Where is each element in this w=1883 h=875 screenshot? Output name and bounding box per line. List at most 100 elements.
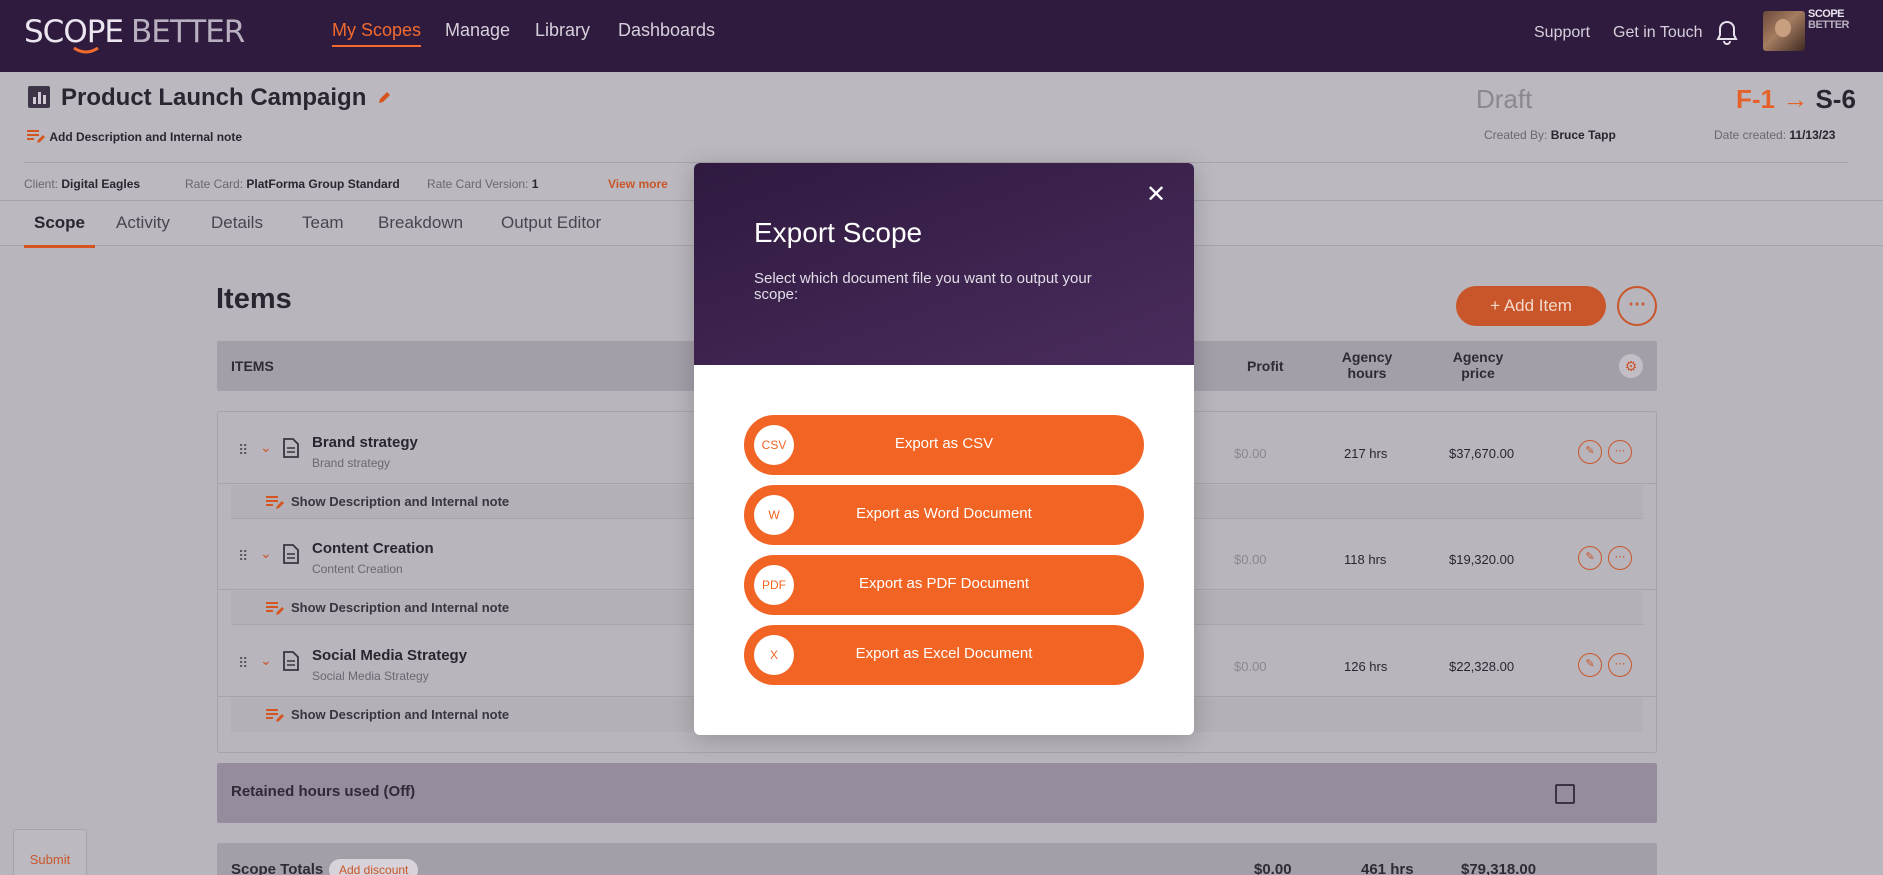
show-description-label: Show Description and Internal note	[291, 707, 510, 722]
export-word-button[interactable]: W Export as Word Document	[744, 485, 1144, 545]
drag-handle-icon[interactable]: ⠿	[238, 442, 248, 459]
document-icon	[282, 438, 300, 463]
page-title: Product Launch Campaign	[61, 84, 391, 112]
tab-breakdown[interactable]: Breakdown	[378, 213, 463, 233]
retained-hours-checkbox[interactable]	[1555, 784, 1575, 804]
notes-edit-icon	[27, 130, 45, 143]
top-navigation-bar: SCOPE BETTER My Scopes Manage Library Das…	[0, 0, 1883, 72]
show-description-link[interactable]: Show Description and Internal note	[266, 494, 509, 509]
user-avatar[interactable]	[1763, 11, 1805, 51]
show-description-link[interactable]: Show Description and Internal note	[266, 600, 510, 615]
scope-totals-bar: Scope Totals Add discount $0.00 461 hrs …	[217, 843, 1657, 875]
code-arrow: →	[1782, 84, 1809, 114]
add-discount-button[interactable]: Add discount	[329, 859, 419, 875]
edit-item-pencil-icon[interactable]: ✎	[1578, 440, 1602, 464]
nav-manage[interactable]: Manage	[445, 20, 510, 41]
column-agency-price-line1: Agency	[1452, 349, 1504, 365]
chart-bar-icon	[28, 86, 50, 108]
rate-card-version-value: 1	[531, 177, 539, 191]
total-profit: $0.00	[1254, 861, 1292, 875]
tab-output-editor[interactable]: Output Editor	[501, 213, 601, 233]
scopebetter-logo[interactable]: SCOPE BETTER	[24, 14, 245, 54]
column-agency-price-line2: price	[1461, 365, 1495, 381]
client-info: Client: Digital Eagles	[24, 177, 140, 191]
export-word-label: Export as Word Document	[856, 505, 1032, 522]
add-item-button[interactable]: + Add Item	[1456, 286, 1606, 326]
modal-description: Select which document file you want to o…	[754, 270, 1092, 303]
tab-scope[interactable]: Scope	[24, 213, 96, 248]
date-created: Date created: 11/13/23	[1714, 128, 1835, 142]
chevron-down-icon[interactable]: ⌄	[260, 439, 272, 456]
status-draft: Draft	[1476, 84, 1533, 114]
get-in-touch-link[interactable]: Get in Touch	[1613, 24, 1703, 42]
show-description-label: Show Description and Internal note	[291, 600, 510, 615]
submit-label: Submit	[29, 852, 71, 867]
notification-bell-icon[interactable]	[1716, 20, 1738, 51]
item-profit: $0.00	[1234, 446, 1267, 461]
support-link[interactable]: Support	[1534, 24, 1590, 42]
brand-mini-logo: SCOPE BETTER	[1808, 9, 1850, 31]
client-label: Client:	[24, 177, 59, 191]
created-by-label: Created By:	[1484, 128, 1548, 142]
item-price: $22,328.00	[1449, 659, 1515, 674]
edit-item-pencil-icon[interactable]: ✎	[1578, 546, 1602, 570]
tab-details[interactable]: Details	[211, 213, 263, 233]
edit-item-pencil-icon[interactable]: ✎	[1578, 653, 1602, 677]
date-created-label: Date created:	[1714, 128, 1787, 142]
notes-edit-icon	[266, 709, 284, 722]
chevron-down-icon[interactable]: ⌄	[260, 545, 272, 562]
scope-title: Product Launch Campaign	[61, 84, 367, 111]
more-options-button[interactable]: ⋯	[1617, 286, 1657, 326]
tab-team[interactable]: Team	[302, 213, 344, 233]
tab-activity[interactable]: Activity	[116, 213, 170, 233]
export-csv-label: Export as CSV	[894, 435, 994, 452]
item-hours: 126 hrs	[1344, 659, 1388, 674]
item-price: $19,320.00	[1449, 552, 1515, 567]
close-icon[interactable]: ✕	[1146, 183, 1166, 207]
table-settings-gear-icon[interactable]: ⚙	[1619, 354, 1643, 378]
add-description-link[interactable]: Add Description and Internal note	[26, 128, 242, 144]
column-agency-hours-line1: Agency	[1341, 349, 1393, 365]
logo-swoosh-icon	[73, 46, 99, 54]
export-csv-button[interactable]: CSV Export as CSV	[744, 415, 1144, 475]
export-excel-button[interactable]: X Export as Excel Document	[744, 625, 1144, 685]
modal-header: ✕ Export Scope Select which document fil…	[694, 163, 1194, 365]
chevron-down-icon[interactable]: ⌄	[260, 652, 272, 669]
drag-handle-icon[interactable]: ⠿	[238, 655, 248, 672]
nav-library[interactable]: Library	[535, 20, 590, 41]
scope-totals-label: Scope Totals	[231, 861, 324, 875]
edit-pencil-icon[interactable]	[377, 91, 391, 105]
rate-card-info: Rate Card: PlatForma Group Standard	[185, 177, 400, 191]
item-name[interactable]: Social Media Strategy	[312, 647, 467, 664]
drag-handle-icon[interactable]: ⠿	[238, 548, 248, 565]
rate-card-version-label: Rate Card Version:	[427, 177, 529, 191]
logo-part-better: BETTER	[131, 14, 245, 50]
column-agency-hours: Agency hours	[1327, 349, 1407, 381]
export-pdf-button[interactable]: PDF Export as PDF Document	[744, 555, 1144, 615]
retained-hours-bar: Retained hours used (Off)	[217, 763, 1657, 823]
nav-dashboards[interactable]: Dashboards	[618, 20, 715, 41]
item-hours: 118 hrs	[1344, 552, 1387, 567]
document-icon	[282, 651, 300, 676]
rate-card-value: PlatForma Group Standard	[246, 177, 400, 191]
total-price: $79,318.00	[1461, 861, 1537, 875]
item-more-icon[interactable]: ⋯	[1608, 440, 1632, 464]
item-more-icon[interactable]: ⋯	[1608, 653, 1632, 677]
modal-title: Export Scope	[754, 217, 923, 248]
item-name[interactable]: Content Creation	[312, 540, 434, 557]
submit-button[interactable]: Submit	[13, 829, 87, 875]
item-more-icon[interactable]: ⋯	[1608, 546, 1632, 570]
notes-edit-icon	[266, 496, 284, 509]
notes-edit-icon	[266, 602, 284, 615]
item-profit: $0.00	[1234, 659, 1267, 674]
show-description-link[interactable]: Show Description and Internal note	[266, 707, 510, 722]
created-by-value: Bruce Tapp	[1550, 128, 1616, 142]
view-more-link[interactable]: View more	[608, 177, 668, 191]
export-pdf-label: Export as PDF Document	[858, 575, 1030, 592]
add-description-label: Add Description and Internal note	[49, 130, 243, 144]
nav-my-scopes[interactable]: My Scopes	[332, 20, 422, 47]
item-hours: 217 hrs	[1344, 446, 1388, 461]
brand-mini-line2: BETTER	[1808, 19, 1850, 31]
item-name[interactable]: Brand strategy	[312, 434, 418, 451]
date-created-value: 11/13/23	[1789, 128, 1836, 142]
